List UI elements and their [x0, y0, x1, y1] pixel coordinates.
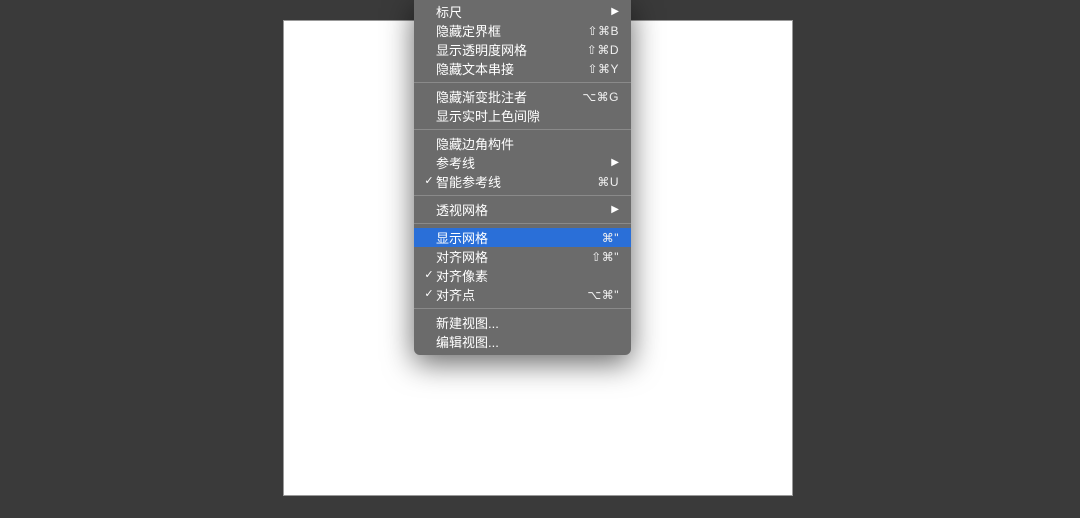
menu-item-shortcut: ⌘" [602, 231, 619, 245]
menu-item-rulers[interactable]: 标尺 ▶ [414, 2, 631, 21]
menu-item-shortcut: ⇧⌘Y [587, 62, 619, 76]
menu-separator [414, 129, 631, 130]
menu-item-perspective-grid[interactable]: 透视网格 ▶ [414, 200, 631, 219]
menu-item-shortcut: ⌥⌘G [582, 90, 619, 104]
menu-item-new-view[interactable]: 新建视图... [414, 313, 631, 332]
menu-item-label: 显示网格 [436, 228, 488, 247]
menu-separator [414, 82, 631, 83]
menu-item-hide-gradient-annotator[interactable]: 隐藏渐变批注者 ⌥⌘G [414, 87, 631, 106]
menu-item-label: 隐藏文本串接 [436, 59, 514, 78]
menu-item-label: 隐藏渐变批注者 [436, 87, 527, 106]
menu-item-label: 对齐网格 [436, 247, 488, 266]
menu-item-label: 编辑视图... [436, 332, 499, 351]
menu-item-label: 新建视图... [436, 313, 499, 332]
menu-item-label: 显示透明度网格 [436, 40, 527, 59]
submenu-arrow-icon: ▶ [611, 157, 619, 168]
menu-item-label: 隐藏定界框 [436, 21, 501, 40]
menu-item-shortcut: ⌘U [597, 175, 619, 189]
menu-item-hide-text-threads[interactable]: 隐藏文本串接 ⇧⌘Y [414, 59, 631, 78]
menu-item-guides[interactable]: 参考线 ▶ [414, 153, 631, 172]
menu-item-label: 对齐像素 [436, 266, 488, 285]
checkmark-icon: ✓ [422, 270, 436, 281]
menu-item-label: 隐藏边角构件 [436, 134, 514, 153]
menu-item-show-live-paint-gaps[interactable]: 显示实时上色间隙 [414, 106, 631, 125]
menu-item-show-grid[interactable]: 显示网格 ⌘" [414, 228, 631, 247]
checkmark-icon: ✓ [422, 289, 436, 300]
submenu-arrow-icon: ▶ [611, 6, 619, 17]
menu-separator [414, 223, 631, 224]
menu-item-snap-to-grid[interactable]: 对齐网格 ⇧⌘" [414, 247, 631, 266]
view-menu-dropdown: 标尺 ▶ 隐藏定界框 ⇧⌘B 显示透明度网格 ⇧⌘D 隐藏文本串接 ⇧⌘Y 隐藏渐变批注者 ⌥⌘G… [414, 0, 631, 355]
menu-item-show-transparency-grid[interactable]: 显示透明度网格 ⇧⌘D [414, 40, 631, 59]
menu-item-shortcut: ⌥⌘" [587, 288, 619, 302]
menu-item-hide-bounding-box[interactable]: 隐藏定界框 ⇧⌘B [414, 21, 631, 40]
menu-item-smart-guides[interactable]: ✓智能参考线 ⌘U [414, 172, 631, 191]
menu-item-shortcut: ⇧⌘" [591, 250, 619, 264]
checkmark-icon: ✓ [422, 176, 436, 187]
menu-item-label: 智能参考线 [436, 172, 501, 191]
menu-item-edit-views[interactable]: 编辑视图... [414, 332, 631, 351]
menu-item-label: 标尺 [436, 2, 462, 21]
menu-item-hide-corner-widget[interactable]: 隐藏边角构件 [414, 134, 631, 153]
menu-item-label: 显示实时上色间隙 [436, 106, 540, 125]
menu-separator [414, 195, 631, 196]
menu-separator [414, 308, 631, 309]
menu-item-label: 参考线 [436, 153, 475, 172]
menu-item-snap-to-pixel[interactable]: ✓对齐像素 [414, 266, 631, 285]
menu-item-label: 透视网格 [436, 200, 488, 219]
menu-item-label: 对齐点 [436, 285, 475, 304]
menu-item-shortcut: ⇧⌘B [587, 24, 619, 38]
submenu-arrow-icon: ▶ [611, 204, 619, 215]
menu-item-snap-to-point[interactable]: ✓对齐点 ⌥⌘" [414, 285, 631, 304]
menu-item-shortcut: ⇧⌘D [587, 43, 619, 57]
